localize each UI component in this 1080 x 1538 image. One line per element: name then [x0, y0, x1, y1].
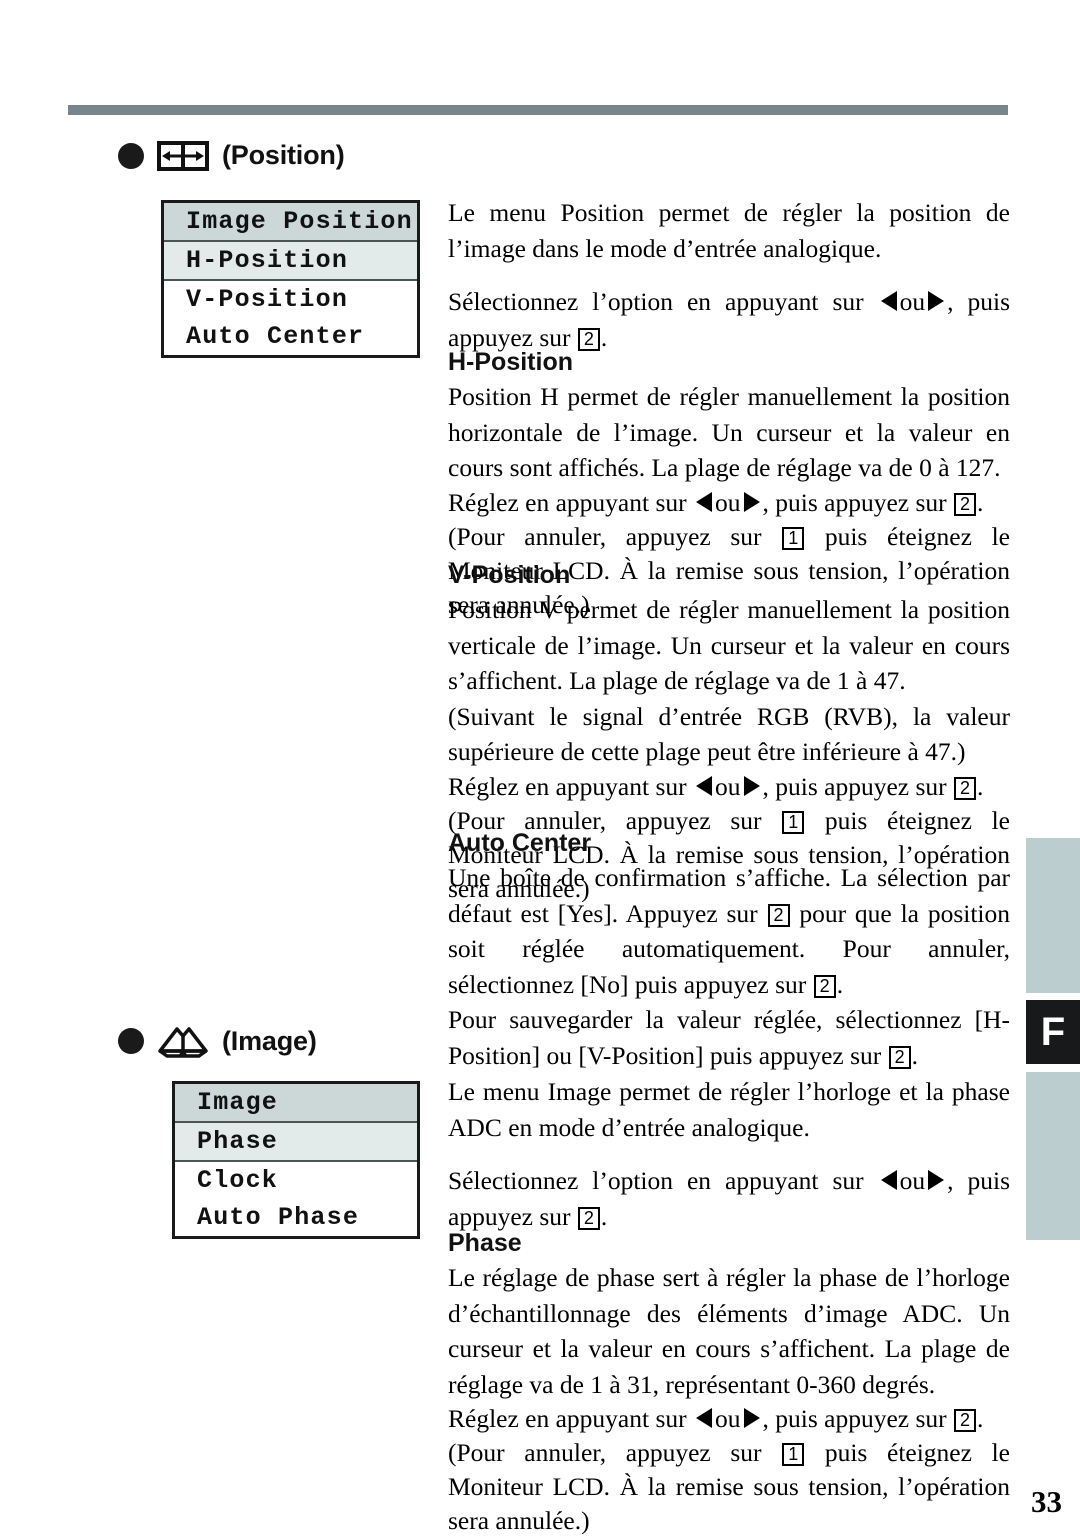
- left-arrow-icon: [696, 775, 713, 796]
- position-intro-paragraph: Le menu Position permet de régler la pos…: [448, 198, 1010, 263]
- right-arrow-icon: [743, 775, 760, 796]
- save-text-b: .: [911, 1040, 919, 1070]
- adjust-lead-text: Réglez en appuyant sur: [448, 1404, 694, 1433]
- position-intro-block: Le menu Position permet de régler la pos…: [448, 195, 1010, 355]
- h-position-adjust: Réglez en appuyant sur ou , puis appuyez …: [448, 486, 1010, 520]
- osd-row[interactable]: Clock: [175, 1162, 417, 1199]
- section-heading-label: (Position): [222, 140, 345, 170]
- osd-menu-position: Image Position H-Position V-Position Aut…: [161, 200, 420, 358]
- right-arrow-icon: [743, 491, 760, 512]
- phase-cancel: (Pour annuler, appuyez sur 1 puis éteign…: [448, 1436, 1010, 1538]
- section-heading-label: (Image): [222, 1025, 317, 1056]
- cancel-lead-text: (Pour annuler, appuyez sur: [448, 521, 782, 551]
- ou-text: ou: [715, 771, 741, 801]
- adjust-mid-text: , puis appuyez sur: [762, 771, 954, 801]
- image-intro-paragraph: Le menu Image permet de régler l’horloge…: [448, 1077, 1010, 1142]
- section-heading-position: (Position): [118, 140, 345, 171]
- period-text: .: [977, 487, 984, 517]
- image-icon: [157, 1024, 209, 1058]
- key-1[interactable]: 1: [782, 1443, 805, 1466]
- osd-row[interactable]: Phase: [175, 1123, 417, 1162]
- page-number: 33: [1031, 1484, 1062, 1519]
- auto-center-save: Pour sauvegarder la valeur réglée, sélec…: [448, 1002, 1010, 1073]
- h-position-title: H-Position: [448, 348, 573, 376]
- auto-center-body: Une boîte de confirmation s’affiche. La …: [448, 860, 1010, 1002]
- adjust-mid-text: , puis appuyez sur: [762, 1404, 954, 1433]
- position-icon: [157, 140, 209, 171]
- osd-row[interactable]: Auto Center: [164, 318, 417, 355]
- v-position-body: Position V permet de régler manuellement…: [448, 595, 1010, 695]
- period-text: .: [977, 771, 984, 801]
- adjust-mid-text: , puis appuyez sur: [762, 487, 954, 517]
- right-arrow-icon: [928, 1170, 945, 1190]
- ou-text: ou: [715, 487, 741, 517]
- image-select-paragraph: Sélectionnez l’option en appuyant sur ou…: [448, 1163, 1010, 1234]
- index-tab-below[interactable]: [1026, 1072, 1080, 1240]
- osd-row[interactable]: Auto Phase: [175, 1199, 417, 1236]
- index-tab-above[interactable]: [1026, 838, 1080, 993]
- v-position-adjust: Réglez en appuyant sur ou , puis appuyez …: [448, 770, 1010, 804]
- select-lead-text: Sélectionnez l’option en appuyant sur: [448, 287, 878, 316]
- osd-menu-image: Image Phase Clock Auto Phase: [172, 1081, 420, 1239]
- left-arrow-icon: [880, 1170, 897, 1190]
- adjust-lead-text: Réglez en appuyant sur: [448, 487, 694, 517]
- save-text-a: Pour sauvegarder la valeur réglée, sélec…: [448, 1005, 1010, 1070]
- v-position-title: V-Position: [448, 561, 571, 589]
- osd-row[interactable]: Image: [175, 1084, 417, 1123]
- right-arrow-icon: [743, 1408, 760, 1428]
- section-heading-image: (Image): [118, 1024, 317, 1058]
- image-intro-block: Le menu Image permet de régler l’horloge…: [448, 1074, 1010, 1234]
- phase-block: Phase Le réglage de phase sert à régler …: [448, 1226, 1010, 1538]
- h-position-body: Position H permet de régler manuellement…: [448, 382, 1010, 482]
- ou-text: ou: [715, 1404, 741, 1433]
- left-arrow-icon: [696, 491, 713, 512]
- phase-body: Le réglage de phase sert à régler la pha…: [448, 1263, 1010, 1399]
- phase-title: Phase: [448, 1229, 522, 1257]
- key-2[interactable]: 2: [954, 492, 977, 516]
- left-arrow-icon: [696, 1408, 713, 1428]
- osd-row[interactable]: V-Position: [164, 281, 417, 318]
- right-arrow-icon: [928, 291, 945, 311]
- auto-center-block: Auto Center Une boîte de confirmation s’…: [448, 826, 1010, 1073]
- adjust-lead-text: Réglez en appuyant sur: [448, 771, 694, 801]
- key-2[interactable]: 2: [954, 776, 977, 800]
- osd-row[interactable]: Image Position: [164, 203, 417, 242]
- ou-text: ou: [899, 287, 926, 316]
- cancel-lead-text: (Pour annuler, appuyez sur: [448, 1438, 782, 1467]
- key-2[interactable]: 2: [813, 974, 836, 998]
- header-rule: [68, 105, 1008, 115]
- ou-text: ou: [899, 1166, 926, 1195]
- auto-center-title: Auto Center: [448, 829, 592, 857]
- bullet-icon: [118, 1028, 144, 1054]
- bullet-icon: [118, 142, 144, 169]
- v-position-note: (Suivant le signal d’entrée RGB (RVB), l…: [448, 701, 1010, 767]
- key-1[interactable]: 1: [782, 526, 805, 550]
- phase-adjust: Réglez en appuyant sur ou , puis appuyez …: [448, 1402, 1010, 1436]
- osd-row[interactable]: H-Position: [164, 242, 417, 281]
- key-2[interactable]: 2: [954, 1409, 977, 1432]
- select-lead-text: Sélectionnez l’option en appuyant sur: [448, 1166, 878, 1195]
- key-2[interactable]: 2: [888, 1045, 911, 1069]
- key-2[interactable]: 2: [767, 903, 790, 927]
- period-text: .: [977, 1404, 984, 1433]
- auto-center-text-c: .: [836, 969, 844, 999]
- index-tab-active[interactable]: F: [1026, 1000, 1080, 1064]
- left-arrow-icon: [880, 291, 897, 311]
